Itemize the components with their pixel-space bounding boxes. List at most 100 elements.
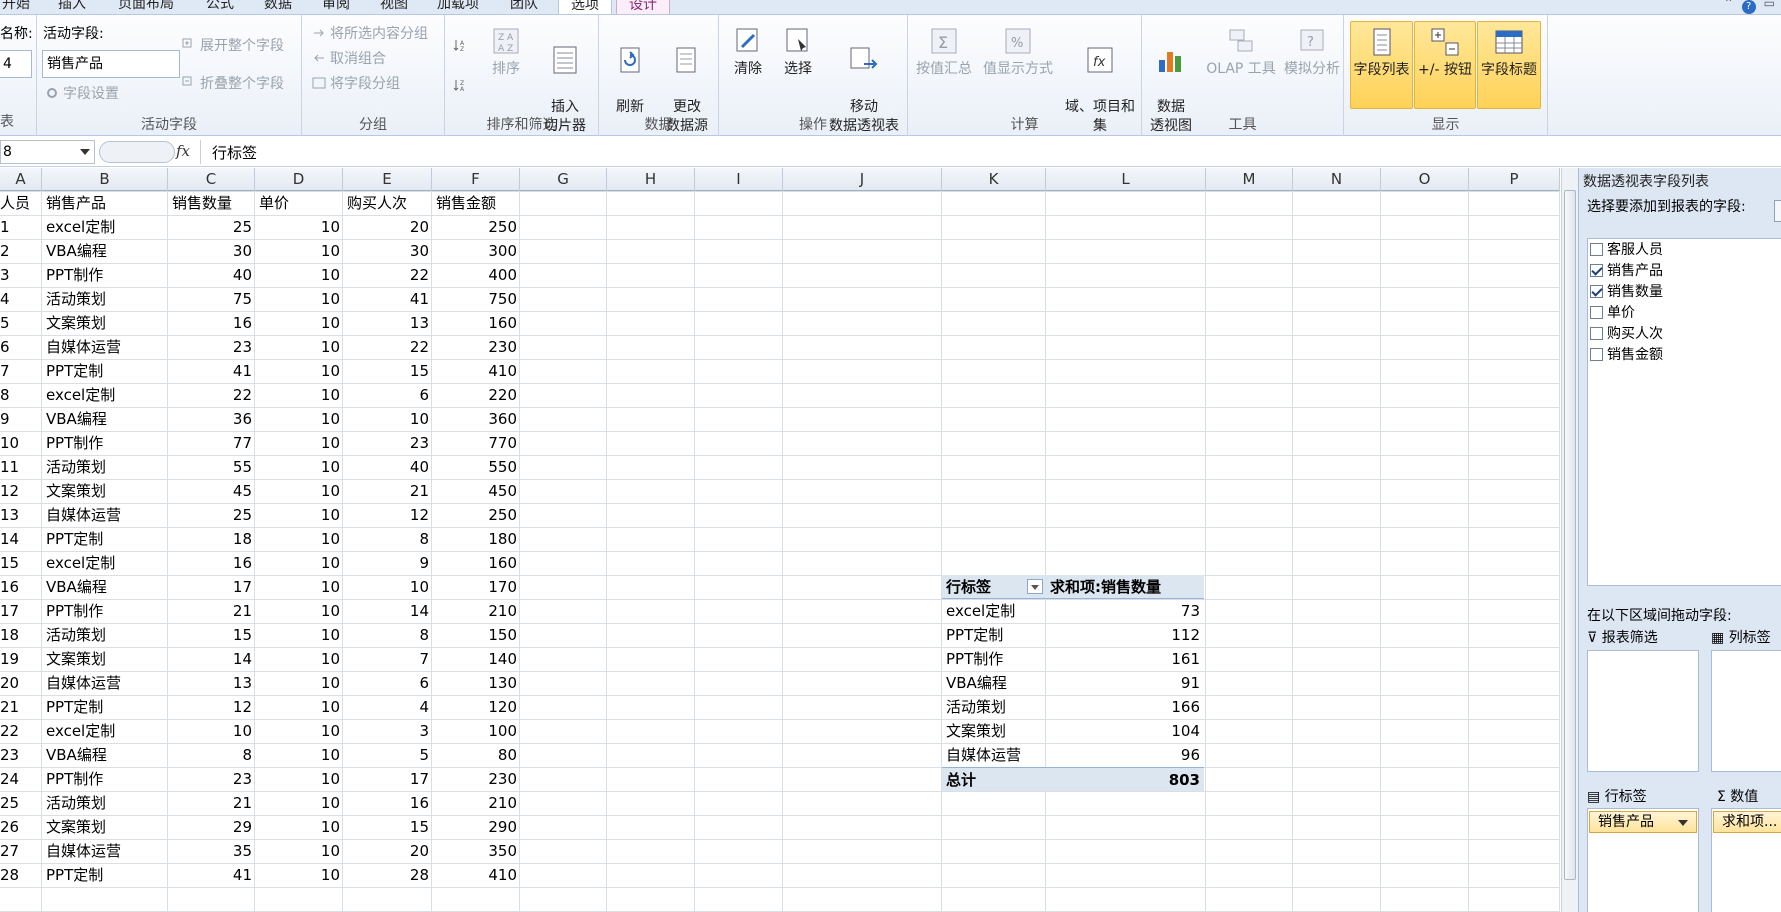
cell-c[interactable]: 41 <box>168 863 255 887</box>
cell-c[interactable]: 8 <box>168 743 255 767</box>
cell-b[interactable]: VBA编程 <box>46 575 172 599</box>
cell-c[interactable]: 10 <box>168 719 255 743</box>
field-list-button[interactable]: 字段列表 <box>1350 21 1413 109</box>
cell-b[interactable]: PPT制作 <box>46 599 172 623</box>
cell-f[interactable]: 100 <box>432 719 520 743</box>
cell-e[interactable]: 3 <box>343 719 432 743</box>
cell-f[interactable]: 160 <box>432 551 520 575</box>
cell-f[interactable]: 210 <box>432 791 520 815</box>
cell-a[interactable]: 15 <box>0 551 42 575</box>
cell-b[interactable]: 活动策划 <box>46 455 172 479</box>
cell-d[interactable]: 10 <box>255 575 343 599</box>
field-item[interactable]: 客服人员 <box>1590 241 1663 259</box>
field-item[interactable]: 购买人次 <box>1590 325 1663 343</box>
cell-c[interactable]: 40 <box>168 263 255 287</box>
cell-b[interactable]: excel定制 <box>46 551 172 575</box>
field-item[interactable]: 销售数量 <box>1590 283 1663 301</box>
cell-c[interactable]: 29 <box>168 815 255 839</box>
cell-e[interactable]: 20 <box>343 839 432 863</box>
cell-e[interactable]: 15 <box>343 815 432 839</box>
tab-data[interactable]: 数据 <box>264 0 292 14</box>
insert-function-icon[interactable]: fx <box>176 142 190 160</box>
column-header-d[interactable]: D <box>255 168 343 191</box>
cell-a[interactable]: 20 <box>0 671 42 695</box>
cell-c[interactable]: 16 <box>168 311 255 335</box>
pivot-row[interactable]: VBA编程 91 <box>942 671 1204 695</box>
chevron-down-icon[interactable] <box>1678 820 1688 826</box>
cell-d[interactable]: 10 <box>255 479 343 503</box>
cell-f[interactable]: 160 <box>432 311 520 335</box>
pivot-value-header[interactable]: 求和项:销售数量 <box>1050 575 1161 599</box>
pivot-row[interactable]: 文案策划 104 <box>942 719 1204 743</box>
cell-b[interactable]: PPT定制 <box>46 863 172 887</box>
cell-e[interactable]: 7 <box>343 647 432 671</box>
column-header-j[interactable]: J <box>783 168 942 191</box>
vertical-scrollbar[interactable] <box>1561 168 1578 912</box>
cell-b[interactable]: excel定制 <box>46 383 172 407</box>
cell-e[interactable]: 22 <box>343 335 432 359</box>
cell-c[interactable]: 23 <box>168 335 255 359</box>
group-selection-button[interactable]: 将所选内容分组 <box>312 25 428 43</box>
cell-e[interactable]: 22 <box>343 263 432 287</box>
cell-a[interactable]: 23 <box>0 743 42 767</box>
cell-c[interactable]: 36 <box>168 407 255 431</box>
summarize-by-button[interactable]: Σ 按值汇总 <box>912 25 976 79</box>
cell-c[interactable]: 16 <box>168 551 255 575</box>
clear-button[interactable]: 清除 <box>725 25 771 79</box>
cell-d[interactable]: 10 <box>255 863 343 887</box>
cell-e[interactable]: 16 <box>343 791 432 815</box>
cell-e[interactable]: 6 <box>343 671 432 695</box>
value-field-chip[interactable]: 求和项... <box>1713 811 1781 833</box>
cell-b[interactable]: PPT定制 <box>46 359 172 383</box>
field-checkbox[interactable] <box>1590 243 1603 256</box>
cell-a[interactable]: 28 <box>0 863 42 887</box>
cell-c[interactable]: 41 <box>168 359 255 383</box>
cell-d[interactable]: 10 <box>255 311 343 335</box>
tab-insert[interactable]: 插入 <box>58 0 86 14</box>
pivot-filter-dropdown-icon[interactable] <box>1027 579 1043 594</box>
cell-b[interactable]: 自媒体运营 <box>46 839 172 863</box>
formula-bar-resize-handle[interactable] <box>99 141 175 163</box>
cell-c[interactable]: 21 <box>168 791 255 815</box>
cell-e[interactable]: 4 <box>343 695 432 719</box>
pivot-row[interactable]: PPT制作 161 <box>942 647 1204 671</box>
cell-a[interactable]: 19 <box>0 647 42 671</box>
pivot-row[interactable]: 活动策划 166 <box>942 695 1204 719</box>
cell-d[interactable]: 10 <box>255 647 343 671</box>
cell-d[interactable]: 10 <box>255 407 343 431</box>
header-cell-5[interactable]: 销售金额 <box>436 191 524 215</box>
cell-d[interactable]: 10 <box>255 623 343 647</box>
column-header-c[interactable]: C <box>168 168 255 191</box>
cell-b[interactable]: PPT定制 <box>46 695 172 719</box>
cell-e[interactable]: 10 <box>343 407 432 431</box>
refresh-button[interactable]: 刷新 <box>607 25 653 117</box>
cell-a[interactable]: 21 <box>0 695 42 719</box>
cell-c[interactable]: 75 <box>168 287 255 311</box>
field-item[interactable]: 单价 <box>1590 304 1635 322</box>
cell-b[interactable]: 活动策划 <box>46 287 172 311</box>
cell-c[interactable]: 17 <box>168 575 255 599</box>
cell-b[interactable]: excel定制 <box>46 719 172 743</box>
cell-c[interactable]: 13 <box>168 671 255 695</box>
column-header-f[interactable]: F <box>432 168 520 191</box>
cell-d[interactable]: 10 <box>255 815 343 839</box>
cell-e[interactable]: 12 <box>343 503 432 527</box>
field-checkbox[interactable] <box>1590 264 1603 277</box>
cell-e[interactable]: 17 <box>343 767 432 791</box>
cell-f[interactable]: 230 <box>432 767 520 791</box>
cell-f[interactable]: 290 <box>432 815 520 839</box>
cell-d[interactable]: 10 <box>255 743 343 767</box>
cell-a[interactable]: 27 <box>0 839 42 863</box>
cell-b[interactable]: 自媒体运营 <box>46 671 172 695</box>
row-field-chip[interactable]: 销售产品 <box>1589 811 1697 833</box>
cell-e[interactable]: 40 <box>343 455 432 479</box>
cell-d[interactable]: 10 <box>255 455 343 479</box>
plus-minus-buttons-button[interactable]: +/- 按钮 <box>1414 21 1476 109</box>
olap-tools-button[interactable]: OLAP 工具 <box>1202 25 1280 79</box>
field-settings-button[interactable]: 字段设置 <box>45 85 119 103</box>
cell-a[interactable]: 14 <box>0 527 42 551</box>
cell-f[interactable]: 250 <box>432 503 520 527</box>
field-checkbox[interactable] <box>1590 348 1603 361</box>
cell-a[interactable]: 12 <box>0 479 42 503</box>
cell-area[interactable]: 人员 销售产品 销售数量 单价 购买人次 销售金额 1 excel定制 25 10 20 250 2 VB… <box>0 191 1560 912</box>
